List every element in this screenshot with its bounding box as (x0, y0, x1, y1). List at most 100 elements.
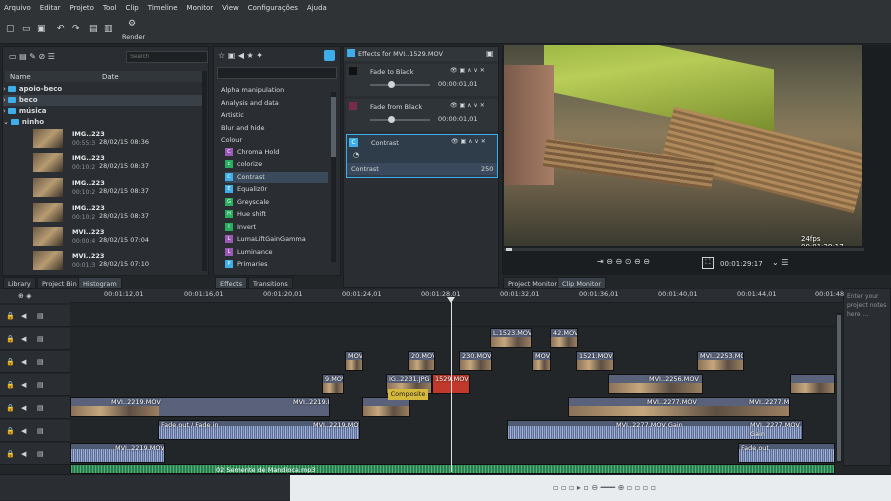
folder-row[interactable]: › apoio-beco (3, 84, 202, 95)
timeline-audio-clip[interactable]: MVI..2277.MOV Gain MVI..2277.MOV Gain (507, 420, 803, 440)
menu-configuracoes[interactable]: Configurações (248, 4, 298, 12)
effect-timecode[interactable]: 00:00:01,01 (438, 115, 478, 123)
video-track-icon[interactable]: ▤ (37, 404, 45, 412)
music-clip[interactable]: 02 Semente de Mandioca.mp3 (70, 464, 835, 474)
menu-clip[interactable]: Clip (126, 4, 139, 12)
col-name[interactable]: Name (10, 73, 31, 81)
audio-track-icon[interactable]: ▤ (37, 450, 45, 458)
timeline-config-icon[interactable]: ⊕ ◈ (18, 292, 31, 300)
tab-project-monitor[interactable]: Project Monitor (503, 277, 563, 289)
menu-arquivo[interactable]: Arquivo (4, 4, 31, 12)
timeline-audio-clip[interactable]: Fade out (738, 443, 835, 463)
track-header[interactable]: 🔒 ◀ ▤ (0, 397, 70, 419)
effect-controls-icons[interactable]: 👁 ▣ ∧ ∨ ✕ (450, 67, 485, 74)
folder-row[interactable]: › beco (3, 95, 202, 106)
timeline-clip[interactable]: MVI..2277.MOVMVI..2277.MOV (568, 397, 790, 417)
mute-icon[interactable]: ◀ (21, 381, 29, 389)
effect-contrast[interactable]: C Contrast 👁 ▣ ∧ ∨ ✕ ◔ Contrast 250 (346, 134, 498, 178)
effects-menu-icon[interactable] (324, 50, 335, 61)
col-date[interactable]: Date (102, 73, 119, 81)
effect-category[interactable]: Alpha manipulation (221, 86, 284, 94)
mute-icon[interactable]: ◀ (21, 335, 29, 343)
video-frame[interactable]: 24fps 00:01:29:17 (504, 45, 862, 246)
track-header[interactable]: 🔒 ◀ ▤ (0, 351, 70, 373)
audio-track-icon[interactable]: ▤ (37, 427, 45, 435)
timeline-clip[interactable]: 9.MOV (322, 374, 344, 394)
effect-item[interactable]: E Equaliz0r (225, 184, 328, 195)
effect-item[interactable]: L LumaLiftGainGamma (225, 234, 328, 245)
effect-category[interactable]: Blur and hide (221, 124, 264, 132)
menu-view[interactable]: View (222, 4, 239, 12)
mute-icon[interactable]: ◀ (21, 358, 29, 366)
video-track-icon[interactable]: ▤ (37, 335, 45, 343)
folder-row[interactable]: ⌄ ninho (3, 117, 202, 128)
timeline-clip[interactable]: 42.MOV (550, 328, 578, 348)
tab-project-bin[interactable]: Project Bin (37, 277, 82, 289)
effect-item[interactable]: c colorize (225, 159, 328, 170)
effects-filter-icons[interactable]: ☆ ▣ ◀ ★ ✦ (218, 51, 263, 60)
transport-controls[interactable]: ⇥ ⊖ ⊖ ⊙ ⊖ ⊖ (597, 257, 650, 266)
timeline-clip[interactable]: 20.MOV (408, 351, 435, 371)
playhead-marker[interactable] (447, 297, 455, 303)
lock-icon[interactable]: 🔒 (6, 427, 15, 435)
undo-icon[interactable]: ↶ (57, 25, 66, 34)
lock-icon[interactable]: 🔒 (6, 335, 15, 343)
effect-item[interactable]: C Chroma Hold (225, 147, 328, 158)
param-value[interactable]: 250 (481, 165, 493, 173)
monitor-settings-icon[interactable]: ⌄ ☰ (772, 258, 788, 267)
notes-panel[interactable]: Enter your project notes here ... (843, 288, 891, 466)
video-track-icon[interactable]: ▤ (37, 312, 45, 320)
new-file-icon[interactable]: ▢ (6, 25, 15, 34)
effect-item[interactable]: I Invert (225, 222, 328, 233)
lock-icon[interactable]: 🔒 (6, 358, 15, 366)
tab-effects[interactable]: Effects (215, 277, 248, 289)
bin-search-input[interactable] (126, 51, 208, 63)
effect-stack-menu-icon[interactable]: ▣ (486, 49, 494, 58)
tab-library[interactable]: Library (3, 277, 36, 289)
mute-icon[interactable]: ◀ (21, 404, 29, 412)
zoom-controls[interactable]: ▫ ▫ ▫ ▸ ▫ ⊖ ━━━ ⊕ ▫ ▫ ▫ ▫ (553, 483, 656, 492)
mute-icon[interactable]: ◀ (21, 312, 29, 320)
timeline-clip[interactable]: MOV (532, 351, 551, 371)
effect-category[interactable]: Colour (221, 136, 242, 144)
fullscreen-icon[interactable]: ⛶ (702, 257, 714, 269)
timeline-clip[interactable]: MVI..2219.MOVMVI..2219.MOV (70, 397, 330, 417)
effect-category[interactable]: Analysis and data (221, 99, 279, 107)
menu-timeline[interactable]: Timeline (148, 4, 178, 12)
timeline-clip[interactable]: L.1523.MOV (490, 328, 532, 348)
effect-item-selected[interactable]: C Contrast (225, 172, 328, 183)
composite-transition[interactable]: Composite (388, 389, 428, 400)
menu-editar[interactable]: Editar (40, 4, 61, 12)
menu-tool[interactable]: Tool (103, 4, 117, 12)
save-icon[interactable]: ▣ (37, 25, 46, 34)
tab-clip-monitor[interactable]: Clip Monitor (557, 277, 607, 289)
timeline-audio-clip[interactable]: MVI..2219.MOV (70, 443, 165, 463)
effect-item[interactable]: H Hue shift (225, 209, 328, 220)
effect-item[interactable]: L Luminance (225, 247, 328, 258)
lock-icon[interactable]: 🔒 (6, 450, 15, 458)
playhead[interactable] (451, 297, 452, 472)
timeline-clip[interactable]: MVI..2256.MOV (608, 374, 703, 394)
track-header[interactable]: 🔒 ◀ ▤ (0, 443, 70, 465)
effect-controls-icons[interactable]: 👁 ▣ ∧ ∨ ✕ (450, 102, 485, 109)
timeline-clip[interactable] (362, 397, 410, 417)
timeline-audio-clip[interactable]: Fade out / Fade in MVI..2219.MOV (158, 420, 360, 440)
timeline-clip[interactable] (790, 374, 835, 394)
effect-fade-to-black[interactable]: Fade to Black 👁 ▣ ∧ ∨ ✕ 00:00:01,01 (346, 64, 498, 96)
track-header[interactable]: 🔒 ◀ ▤ (0, 420, 70, 442)
menu-ajuda[interactable]: Ajuda (307, 4, 327, 12)
timeline-clip[interactable]: 1521.MOV (576, 351, 614, 371)
effect-fade-from-black[interactable]: Fade from Black 👁 ▣ ∧ ∨ ✕ 00:00:01,01 (346, 99, 498, 131)
mute-icon[interactable]: ◀ (21, 427, 29, 435)
keyframe-icon[interactable]: ◔ (353, 151, 359, 159)
lock-icon[interactable]: 🔒 (6, 312, 15, 320)
effect-slider[interactable] (370, 81, 430, 88)
timeline-clip[interactable]: MOV (345, 351, 363, 371)
bin-scrollbar[interactable] (202, 71, 207, 271)
video-track-icon[interactable]: ▤ (37, 381, 45, 389)
track-header[interactable]: 🔒 ◀ ▤ (0, 374, 70, 396)
timeline-clip[interactable]: MVI..2253.MOV (697, 351, 744, 371)
render-button[interactable]: Render (122, 33, 145, 41)
monitor-timecode[interactable]: 00:01:29:17 (720, 260, 763, 268)
effect-category[interactable]: Artistic (221, 111, 244, 119)
